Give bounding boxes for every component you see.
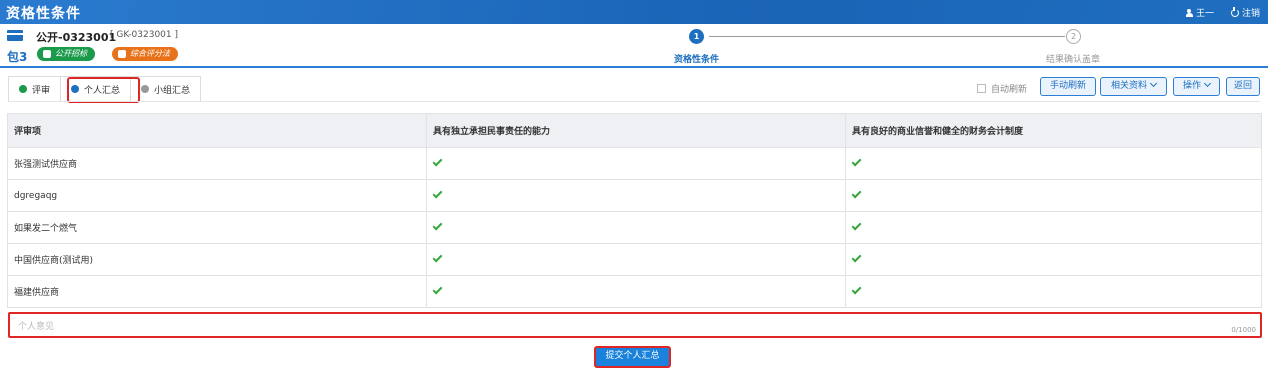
supplier-name: 如果发二个燃气	[7, 211, 427, 244]
table-row: 中国供应商(测试用)	[7, 243, 1262, 276]
supplier-name: 中国供应商(测试用)	[7, 243, 427, 276]
column-header: 具有良好的商业信誉和健全的财务会计制度	[845, 113, 1262, 148]
opinion-placeholder: 个人意见	[18, 322, 55, 332]
chevron-down-icon	[1203, 79, 1212, 88]
actions-button[interactable]: 操作	[1173, 77, 1220, 96]
procurement-method-label: 公开招标	[55, 49, 87, 58]
procurement-method-badge: 公开招标	[37, 47, 95, 61]
personal-opinion-textarea[interactable]: 个人意见 0/1000	[8, 312, 1262, 338]
user-menu[interactable]: 王一	[1185, 6, 1214, 19]
table-row: 如果发二个燃气	[7, 211, 1262, 244]
step-1-label: 资格性条件	[674, 55, 720, 65]
page-title: 资格性条件	[6, 6, 81, 22]
package-name: 包3	[7, 50, 28, 64]
back-button[interactable]: 返回	[1226, 77, 1260, 96]
step-2-label: 结果确认盖章	[1046, 55, 1101, 65]
result-cell	[426, 179, 846, 212]
logout-label: 注销	[1241, 9, 1260, 19]
chevron-down-icon	[1149, 79, 1158, 88]
check-icon	[851, 156, 862, 166]
supplier-name: dgregaqg	[7, 179, 427, 212]
result-cell	[845, 147, 1262, 180]
package-code-bracket: [ GK-0323001 ]	[110, 30, 179, 40]
check-icon	[851, 252, 862, 262]
supplier-name: 张强测试供应商	[7, 147, 427, 180]
user-icon	[1185, 8, 1193, 17]
user-name: 王一	[1195, 9, 1214, 19]
result-cell	[845, 243, 1262, 276]
step-connector	[709, 36, 1065, 37]
tab-review[interactable]: 评审	[8, 76, 62, 101]
result-cell	[426, 211, 846, 244]
tab-group-summary[interactable]: 小组汇总	[131, 76, 202, 101]
step-2-indicator: 2	[1066, 29, 1081, 44]
related-docs-button[interactable]: 相关资料	[1100, 77, 1167, 96]
column-header: 评审项	[7, 113, 427, 148]
active-tab-highlight	[67, 77, 140, 103]
check-icon	[432, 252, 443, 262]
manual-refresh-button[interactable]: 手动刷新	[1040, 77, 1096, 96]
result-cell	[845, 275, 1262, 308]
column-header: 具有独立承担民事责任的能力	[426, 113, 846, 148]
character-counter: 0/1000	[1231, 326, 1256, 334]
actions-label: 操作	[1182, 81, 1201, 91]
table-header-row: 评审项 具有独立承担民事责任的能力 具有良好的商业信誉和健全的财务会计制度	[7, 113, 1262, 148]
result-cell	[426, 147, 846, 180]
result-cell	[426, 275, 846, 308]
evaluation-method-badge: 综合评分法	[112, 47, 178, 61]
check-icon	[432, 284, 443, 294]
submit-personal-summary-button[interactable]: 提交个人汇总	[594, 346, 671, 368]
status-dot-green-icon	[19, 85, 27, 93]
step-1-indicator: 1	[689, 29, 704, 44]
supplier-name: 福建供应商	[7, 275, 427, 308]
evaluation-method-label: 综合评分法	[130, 49, 170, 58]
tab-review-label: 评审	[32, 85, 51, 96]
logout-button[interactable]: 注销	[1230, 6, 1260, 19]
status-dot-gray-icon	[141, 85, 150, 93]
check-icon	[851, 188, 862, 198]
edit-icon	[118, 50, 126, 58]
package-code: 公开-0323001	[36, 31, 117, 44]
result-cell	[845, 179, 1262, 212]
table-row: dgregaqg	[7, 179, 1262, 212]
check-icon	[432, 156, 443, 166]
check-icon	[432, 220, 443, 230]
check-icon	[851, 284, 862, 294]
card-icon	[7, 30, 23, 41]
review-table: 评审项 具有独立承担民事责任的能力 具有良好的商业信誉和健全的财务会计制度 张强…	[7, 113, 1262, 308]
tab-group-summary-label: 小组汇总	[154, 85, 191, 96]
auto-refresh-checkbox[interactable]	[977, 84, 986, 93]
table-row: 张强测试供应商	[7, 147, 1262, 180]
check-icon	[851, 220, 862, 230]
top-header: 资格性条件 王一 注销	[0, 0, 1268, 24]
auto-refresh-label: 自动刷新	[991, 85, 1028, 95]
check-icon	[432, 188, 443, 198]
auto-refresh-toggle[interactable]: 自动刷新	[977, 82, 1027, 95]
table-row: 福建供应商	[7, 275, 1262, 308]
power-icon	[1230, 7, 1239, 17]
result-cell	[426, 243, 846, 276]
related-docs-label: 相关资料	[1110, 81, 1147, 91]
result-cell	[845, 211, 1262, 244]
method-icon	[43, 50, 51, 58]
tabs-divider	[8, 101, 1260, 102]
